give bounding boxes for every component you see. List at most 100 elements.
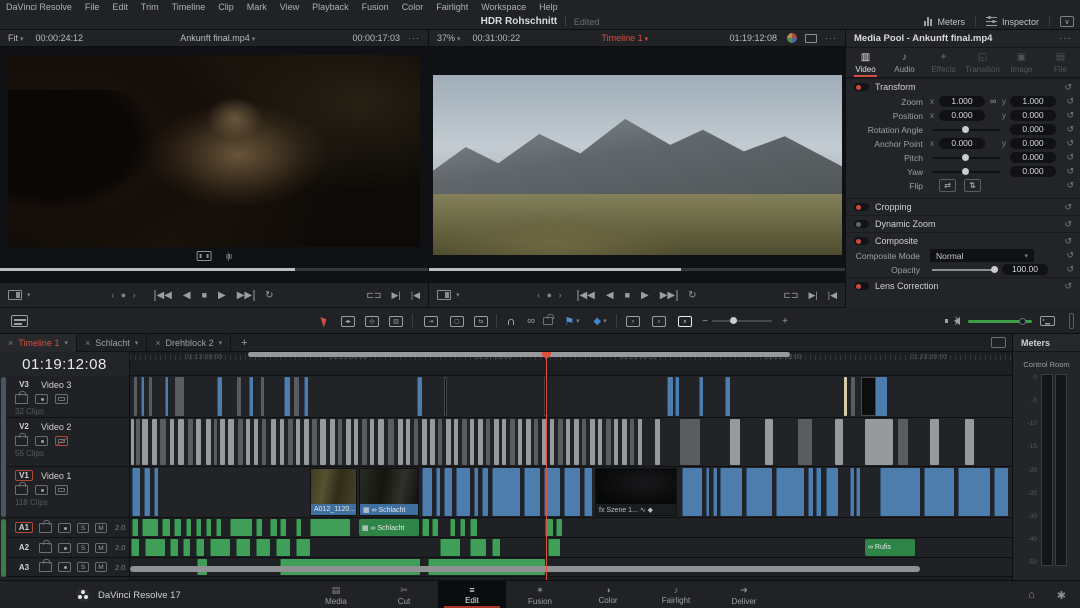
- timeline-clip[interactable]: [175, 377, 184, 416]
- timeline-scrubber[interactable]: [429, 268, 845, 271]
- timeline-clip[interactable]: [270, 519, 277, 536]
- track-visibility-icon[interactable]: [55, 436, 68, 446]
- audio-only-icon[interactable]: ı|ıı: [226, 251, 232, 261]
- replace-clip-button[interactable]: ⇆: [470, 308, 492, 334]
- timeline-clip[interactable]: [930, 419, 939, 465]
- timeline-clip[interactable]: [144, 468, 150, 516]
- timeline-clip[interactable]: [534, 419, 538, 465]
- last-frame-button[interactable]: ▶▶: [660, 290, 677, 301]
- timeline-clip[interactable]: [132, 468, 140, 516]
- opacity-value-field[interactable]: 100.00: [1002, 264, 1048, 275]
- overwrite-clip-button[interactable]: ▢: [446, 308, 468, 334]
- page-tab-fairlight[interactable]: ♪Fairlight: [642, 581, 710, 608]
- speaker-icon[interactable]: [954, 317, 960, 325]
- auto-select-icon[interactable]: [58, 523, 71, 533]
- row-reset-icon[interactable]: ↺: [1066, 250, 1074, 261]
- timeline-clip[interactable]: [132, 519, 138, 536]
- track-badge-v3[interactable]: V3: [15, 379, 33, 390]
- timeline-clip[interactable]: [149, 377, 152, 416]
- section-dynamic-zoom[interactable]: Dynamic Zoom↺: [846, 215, 1080, 232]
- timeline-clip[interactable]: [216, 519, 221, 536]
- flip-vertical-button[interactable]: ⇅: [964, 179, 981, 192]
- section-toggle[interactable]: [854, 282, 869, 290]
- reset-icon[interactable]: ↺: [1064, 82, 1072, 93]
- composite-mode-dropdown[interactable]: Normal▾: [930, 249, 1034, 262]
- in-out-range-icon[interactable]: ⊏⊐: [783, 290, 798, 301]
- timeline-clip[interactable]: [296, 539, 310, 556]
- value-field[interactable]: 0.000: [1010, 166, 1056, 177]
- timeline-clip[interactable]: [414, 419, 418, 465]
- timeline-clip[interactable]: [261, 377, 264, 416]
- detail-zoom-icon[interactable]: ⌕: [648, 308, 670, 334]
- timeline-clip[interactable]: [145, 539, 165, 556]
- timeline-clip[interactable]: [238, 419, 243, 465]
- row-reset-icon[interactable]: ↺: [1066, 166, 1074, 177]
- timeline-zoom-dropdown[interactable]: 37%▾: [437, 33, 461, 43]
- timeline-clip[interactable]: [713, 468, 717, 516]
- keyboard-icon[interactable]: [1040, 316, 1055, 326]
- timeline-clip[interactable]: [178, 419, 184, 465]
- timeline-clip[interactable]: [354, 419, 358, 465]
- row-reset-icon[interactable]: ↺: [1066, 264, 1074, 275]
- timeline-clip[interactable]: [851, 377, 855, 416]
- timeline-clip[interactable]: [312, 419, 317, 465]
- flag-button[interactable]: ⚑▾: [560, 308, 584, 334]
- volume-slider[interactable]: [968, 320, 1032, 323]
- timeline-clip[interactable]: [230, 519, 252, 536]
- inspector-button[interactable]: Inspector: [986, 17, 1039, 27]
- panel-collapse-handle[interactable]: [1069, 313, 1074, 329]
- timeline-name-dropdown[interactable]: Timeline 1▾: [601, 33, 648, 43]
- track-visibility-icon[interactable]: [55, 394, 68, 404]
- value-field[interactable]: 0.000: [1010, 152, 1056, 163]
- page-tab-edit[interactable]: ≡Edit: [438, 581, 506, 608]
- zoom-out-button[interactable]: −: [698, 308, 712, 334]
- timeline-clip-rufis[interactable]: ∞ Rufis: [865, 539, 915, 556]
- timeline-options-icon[interactable]: [991, 337, 1006, 348]
- opacity-slider[interactable]: [932, 269, 996, 271]
- timeline-lane-v3[interactable]: [130, 376, 1012, 418]
- timeline-clip[interactable]: [196, 419, 201, 465]
- timeline-clip[interactable]: [228, 419, 234, 465]
- inspector-tab-video[interactable]: ▥Video: [846, 48, 885, 77]
- lock-icon[interactable]: [39, 543, 52, 553]
- lock-icon[interactable]: [15, 394, 28, 404]
- timeline-clip[interactable]: [262, 419, 266, 465]
- timeline-clip[interactable]: [454, 419, 458, 465]
- timeline-clip[interactable]: [206, 519, 211, 536]
- timeline-clip[interactable]: [432, 519, 438, 536]
- timeline-clip[interactable]: [446, 419, 451, 465]
- goto-in-icon[interactable]: |◀: [411, 290, 420, 301]
- timeline-clip[interactable]: [280, 519, 286, 536]
- timeline-clip[interactable]: [170, 419, 174, 465]
- timeline-clip[interactable]: [856, 468, 860, 516]
- menu-item-file[interactable]: File: [85, 2, 100, 12]
- timeline-horizontal-scrollbar[interactable]: [130, 566, 920, 572]
- timeline-zoom-slider[interactable]: [712, 320, 772, 322]
- menu-item-davinci-resolve[interactable]: DaVinci Resolve: [6, 2, 72, 12]
- match-frame-icon[interactable]: ▶|: [808, 290, 817, 301]
- page-tab-color[interactable]: ◑Color: [574, 581, 642, 608]
- reset-icon[interactable]: ↺: [1064, 202, 1072, 213]
- track-badge-a3[interactable]: A3: [15, 562, 33, 573]
- timeline-tab-drehblock-2[interactable]: ×Drehblock 2▾: [147, 334, 231, 352]
- mute-button[interactable]: M: [95, 543, 107, 553]
- dual-display-icon[interactable]: [805, 34, 817, 43]
- timeline-clip[interactable]: [965, 419, 974, 465]
- timeline-clip[interactable]: [680, 419, 700, 465]
- source-video-frame[interactable]: [8, 55, 420, 247]
- timeline-clip[interactable]: [492, 468, 520, 516]
- timeline-clip[interactable]: [183, 539, 190, 556]
- timeline-clip[interactable]: [478, 419, 483, 465]
- timeline-clip[interactable]: [256, 539, 270, 556]
- timeline-clip[interactable]: [556, 519, 562, 536]
- timeline-clip[interactable]: [254, 419, 258, 465]
- track-badge-a1[interactable]: A1: [15, 522, 33, 533]
- timeline-clip[interactable]: [548, 539, 560, 556]
- timeline-clip[interactable]: [486, 419, 490, 465]
- timeline-clip[interactable]: [154, 468, 158, 516]
- timeline-clip[interactable]: [584, 468, 592, 516]
- first-frame-button[interactable]: ◀◀: [577, 290, 594, 301]
- timeline-clip[interactable]: [898, 419, 908, 465]
- timeline-clip[interactable]: [422, 468, 432, 516]
- timeline-clip[interactable]: [256, 519, 262, 536]
